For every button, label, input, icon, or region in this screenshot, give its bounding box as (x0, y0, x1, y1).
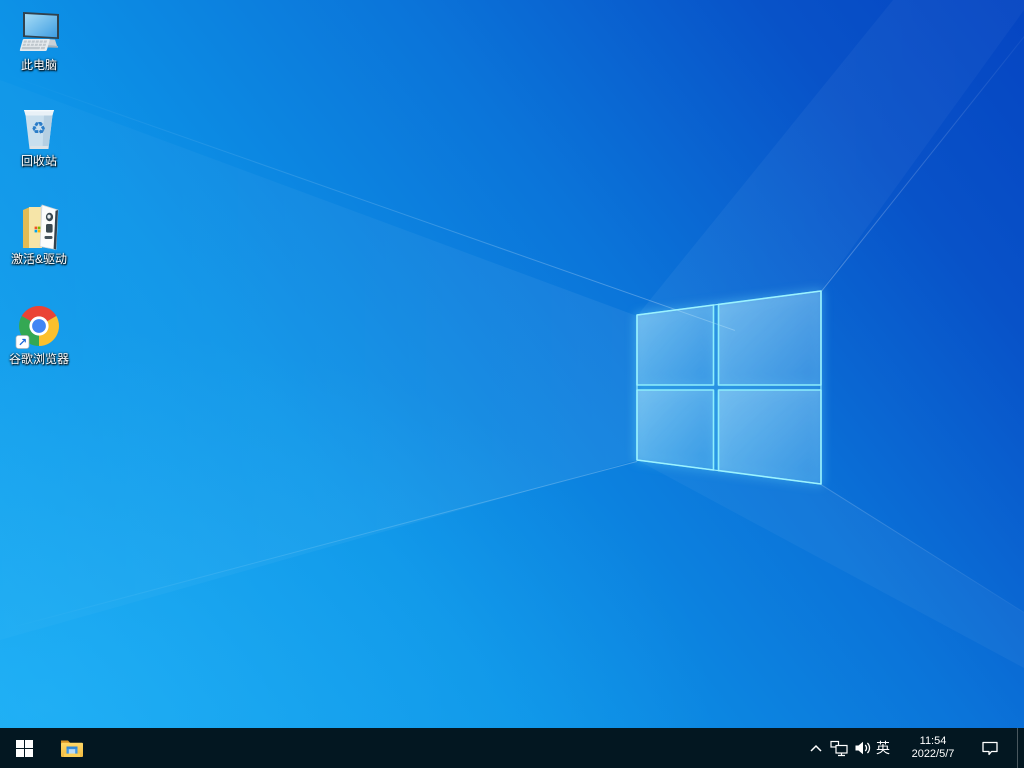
desktop-icon-activation-drivers[interactable]: 激活&驱动 (2, 202, 76, 266)
light-ray-edge (820, 484, 1024, 613)
chrome-icon: ↗ (15, 302, 63, 350)
shortcut-arrow-icon: ↗ (15, 335, 30, 349)
desktop: 此电脑 ♻ 回收站 激活&驱动 ↗ 谷歌浏览器 英 11:54 2022/5/7 (0, 0, 1024, 768)
light-beam-left (0, 80, 637, 640)
network-icon (829, 740, 848, 756)
desktop-icon-label: 激活&驱动 (10, 252, 67, 266)
file-explorer-button[interactable] (52, 728, 92, 768)
light-beam-top-right (637, 0, 1024, 316)
speaker-icon (855, 741, 870, 755)
desktop-icon-label: 谷歌浏览器 (8, 352, 69, 366)
open-folder-icon (15, 202, 63, 250)
desktop-icon-this-pc[interactable]: 此电脑 (2, 8, 76, 72)
desktop-icon-label: 回收站 (20, 154, 57, 168)
this-pc-icon (15, 8, 63, 56)
action-center-button[interactable] (972, 728, 1008, 768)
taskbar: 英 11:54 2022/5/7 (0, 728, 1024, 768)
light-ray-edge (821, 35, 1024, 292)
wallpaper (0, 0, 1024, 768)
volume-tray-button[interactable] (851, 728, 873, 768)
show-hidden-icons-button[interactable] (805, 728, 827, 768)
desktop-icon-google-chrome[interactable]: ↗ 谷歌浏览器 (2, 302, 76, 366)
file-explorer-icon (61, 740, 83, 757)
clock-date: 2022/5/7 (911, 748, 955, 760)
clock-button[interactable]: 11:54 2022/5/7 (899, 728, 967, 768)
chevron-up-icon (810, 744, 822, 752)
recycle-bin-icon: ♻ (15, 104, 63, 152)
light-ray-edge (0, 72, 736, 331)
light-ray-edge (0, 460, 638, 631)
action-center-icon (982, 741, 998, 756)
svg-text:♻: ♻ (31, 119, 46, 138)
desktop-icon-label: 此电脑 (20, 58, 57, 72)
show-desktop-button[interactable] (1017, 728, 1024, 768)
light-beam-bottom-right (637, 460, 1024, 668)
svg-text:↗: ↗ (18, 337, 27, 349)
clock-time: 11:54 (919, 735, 947, 747)
ime-language-button[interactable]: 英 (872, 728, 894, 768)
network-tray-button[interactable] (828, 728, 850, 768)
desktop-icon-recycle-bin[interactable]: ♻ 回收站 (2, 104, 76, 168)
start-button[interactable] (0, 728, 48, 768)
ime-language-label: 英 (876, 740, 890, 756)
windows-start-icon (15, 739, 33, 757)
windows-logo-icon (636, 290, 822, 485)
